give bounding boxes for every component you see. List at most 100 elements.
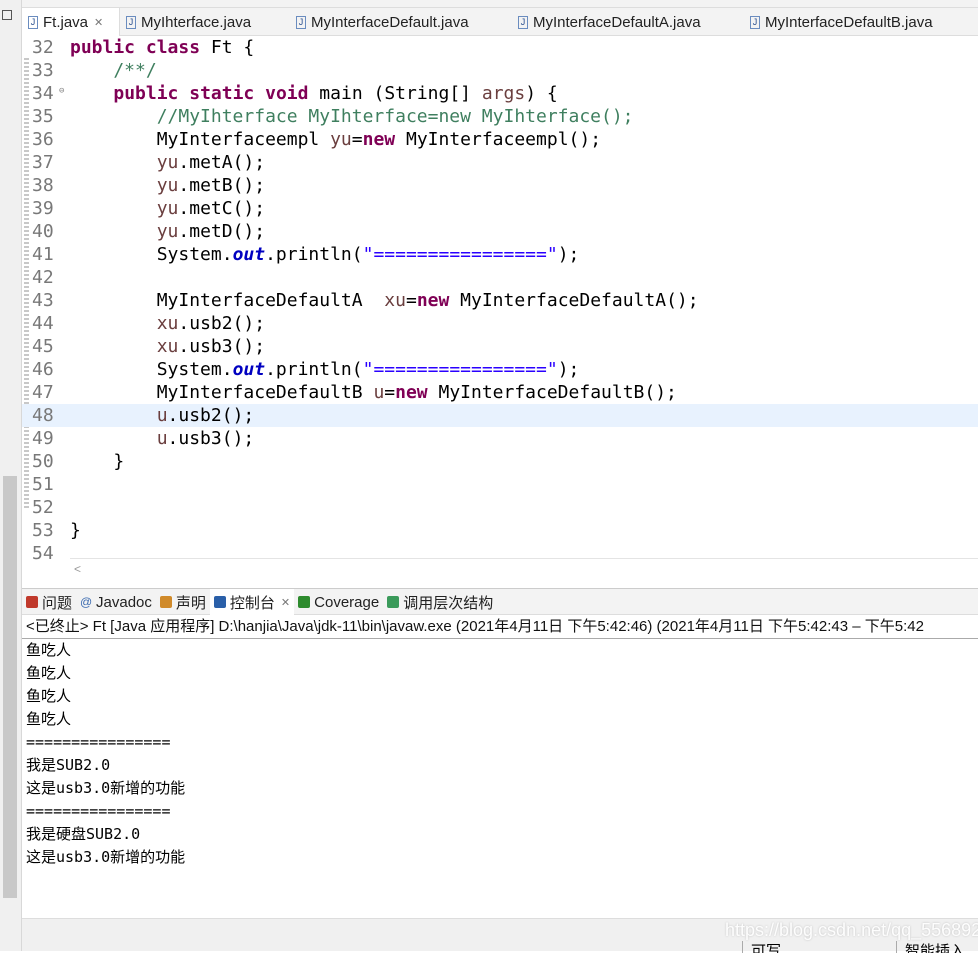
coverage-icon (298, 596, 311, 608)
call-hierarchy-icon (387, 596, 400, 608)
line-number: 48 (32, 405, 54, 426)
close-icon[interactable]: ✕ (281, 596, 290, 609)
code-text: } (70, 519, 81, 542)
panel-tab-label: Coverage (314, 593, 380, 611)
token-var: yu (156, 175, 179, 196)
tab-label: MyIhterface.java (141, 13, 252, 31)
panel-tab-5[interactable]: 调用层次结构 (383, 589, 497, 615)
token-cm: /**/ (70, 60, 157, 81)
console-line: ================ (26, 733, 171, 751)
fold-icon[interactable]: ⊖ (59, 82, 64, 100)
line-number: 41 (32, 244, 54, 265)
code-text: System.out.println("================"); (70, 358, 580, 381)
console-icon (213, 596, 226, 608)
line-number: 50 (32, 451, 54, 472)
token-pl: MyInterfaceempl (70, 129, 331, 150)
code-line: 43 MyInterfaceDefaultA xu=new MyInterfac… (22, 289, 978, 312)
code-text: yu.metD(); (70, 220, 265, 243)
token-pl: .metB(); (178, 175, 266, 196)
tab-myihterface-java[interactable]: J MyIhterface.java (120, 8, 290, 36)
code-text: public class Ft { (70, 36, 254, 59)
token-pl: .metC(); (178, 198, 266, 219)
line-number: 47 (32, 382, 54, 403)
code-text: /**/ (70, 59, 157, 82)
console-line: 鱼吃人 (26, 710, 72, 728)
line-number: 37 (32, 152, 54, 173)
token-pl: } (70, 451, 125, 472)
close-icon[interactable]: ✕ (94, 16, 103, 29)
code-text: //MyIhterface MyIhterface=new MyIhterfac… (70, 105, 634, 128)
token-var: yu (156, 221, 179, 242)
tab-ft-java[interactable]: J Ft.java ✕ (22, 8, 120, 36)
token-fld: out (232, 244, 266, 265)
tab-myinterfacedefaultb-java[interactable]: J MyInterfaceDefaultB.java (744, 8, 974, 36)
panel-tab-0[interactable]: 问题 (22, 589, 76, 615)
panel-tab-4[interactable]: Coverage (294, 589, 383, 615)
token-pl: MyInterfaceDefaultA (70, 290, 385, 311)
code-text: public static void main (String[] args) … (70, 82, 558, 105)
line-number: 32 (32, 37, 54, 58)
panel-tab-label: 控制台 (229, 594, 275, 612)
left-scrollbar[interactable] (3, 476, 17, 898)
code-line: 32 public class Ft { (22, 36, 978, 59)
code-text: xu.usb3(); (70, 335, 265, 358)
code-text: MyInterfaceempl yu=new MyInterfaceempl()… (70, 128, 601, 151)
line-number: 43 (32, 290, 54, 311)
code-line: 38 yu.metB(); (22, 174, 978, 197)
token-kw: static (189, 83, 255, 104)
tab-myinterfacedefault-java[interactable]: J MyInterfaceDefault.java (290, 8, 512, 36)
token-cm: //MyIhterface MyIhterface=new MyIhterfac… (70, 106, 634, 127)
minimize-icon[interactable] (2, 10, 12, 20)
line-number: 39 (32, 198, 54, 219)
java-file-icon: J (518, 15, 528, 29)
token-pl: Ft { (200, 37, 255, 58)
token-pl: .usb2(); (167, 405, 255, 426)
token-kw: public (113, 83, 179, 104)
code-text: System.out.println("================"); (70, 243, 580, 266)
token-pl: .usb3(); (167, 428, 255, 449)
panel-tab-3[interactable]: 控制台 ✕ (209, 589, 295, 615)
tab-label: MyInterfaceDefaultB.java (765, 13, 933, 31)
token-var: args (481, 83, 526, 104)
code-line: 36 MyInterfaceempl yu=new MyInterfaceemp… (22, 128, 978, 151)
token-var: xu (156, 313, 179, 334)
console-line: 我是硬盘SUB2.0 (26, 825, 141, 843)
console-line: 这是usb3.0新增的功能 (26, 779, 186, 797)
token-var: u (156, 405, 168, 426)
code-line: 39 yu.metC(); (22, 197, 978, 220)
tab-myinterfacedefaulta-java[interactable]: J MyInterfaceDefaultA.java (512, 8, 744, 36)
line-number: 45 (32, 336, 54, 357)
token-pl: System. (70, 244, 233, 265)
line-number: 36 (32, 129, 54, 150)
token-pl: .println( (265, 244, 363, 265)
line-number: 53 (32, 520, 54, 541)
token-pl: ) { (525, 83, 558, 104)
code-line: 52 (22, 496, 978, 519)
panel-tab-2[interactable]: 声明 (156, 589, 210, 615)
token-var: yu (330, 129, 352, 150)
code-text: } (70, 450, 124, 473)
java-file-icon: J (28, 15, 38, 29)
code-editor[interactable]: < 32 public class Ft {33 /**/34 ⊖ public s… (22, 36, 978, 580)
code-line: 48 u.usb2(); (22, 404, 978, 427)
tab-label: Ft.java (43, 13, 89, 31)
line-number: 40 (32, 221, 54, 242)
panel-tabs: 问题 @ Javadoc 声明 控制台 ✕ Coverage 调用层次结构 (22, 589, 978, 615)
console-info: <已终止> Ft [Java 应用程序] D:\hanjia\Java\jdk-… (22, 615, 978, 639)
panel-tab-label: 问题 (42, 594, 73, 612)
status-insert-mode: 智能插入 (896, 941, 965, 953)
java-file-icon: J (126, 15, 136, 29)
panel-tab-1[interactable]: @ Javadoc (76, 589, 156, 615)
console-output[interactable]: 鱼吃人 鱼吃人 鱼吃人 鱼吃人 ================ 我是SUB2.0 这是us… (22, 639, 978, 869)
code-text: yu.metC(); (70, 197, 265, 220)
token-pl: .println( (265, 359, 363, 380)
token-pl: .metD(); (178, 221, 266, 242)
code-text: MyInterfaceDefaultA xu=new MyInterfaceDe… (70, 289, 699, 312)
console-line: 鱼吃人 (26, 687, 72, 705)
line-number: 49 (32, 428, 54, 449)
token-var: xu (156, 336, 179, 357)
